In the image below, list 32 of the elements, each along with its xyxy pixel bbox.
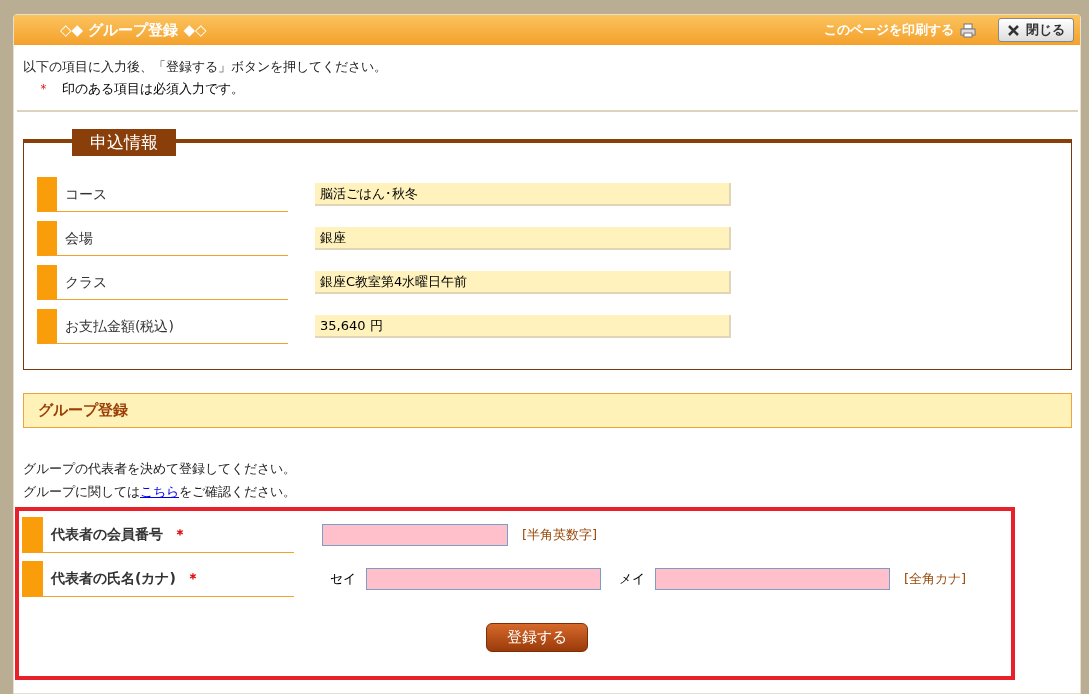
field-label: 代表者の会員番号 ＊ bbox=[22, 517, 294, 553]
required-mark: ＊ bbox=[37, 80, 50, 98]
field-label: 会場 bbox=[37, 221, 288, 256]
input-hint: [半角英数字] bbox=[522, 526, 598, 544]
instruction-text: 以下の項目に入力後、「登録する」ボタンを押してください。 bbox=[23, 58, 388, 76]
field-label: コース bbox=[37, 177, 288, 212]
required-mark: ＊ bbox=[185, 570, 200, 586]
info-note: グループに関してはこちら をご確認ください。 bbox=[23, 483, 297, 501]
field-value: 脳活ごはん･秋冬 bbox=[315, 183, 731, 206]
register-button[interactable]: 登録する bbox=[485, 623, 588, 652]
required-note: 印のある項目は必須入力です。 bbox=[62, 80, 244, 98]
close-button[interactable]: 閉じる bbox=[998, 18, 1074, 42]
panel-legend: 申込情報 bbox=[72, 129, 176, 156]
field-value: 銀座C教室第4水曜日午前 bbox=[315, 271, 731, 294]
field-label: お支払金額(税込) bbox=[37, 309, 288, 344]
sei-input[interactable] bbox=[366, 568, 601, 590]
printer-icon[interactable] bbox=[960, 22, 976, 38]
close-icon bbox=[1007, 23, 1020, 37]
representative-note: グループの代表者を決めて登録してください。 bbox=[23, 460, 297, 478]
dialog-title: ◇◆ グループ登録 ◆◇ bbox=[60, 20, 207, 40]
member-number-input[interactable] bbox=[322, 524, 508, 546]
info-link[interactable]: こちら bbox=[140, 484, 179, 499]
sei-label: セイ bbox=[330, 570, 356, 588]
section-heading: グループ登録 bbox=[23, 393, 1072, 428]
field-value: 銀座 bbox=[315, 227, 731, 250]
field-label: 代表者の氏名(カナ) ＊ bbox=[22, 561, 294, 597]
field-label: クラス bbox=[37, 265, 288, 300]
input-hint: [全角カナ] bbox=[904, 570, 967, 588]
field-value: 35,640 円 bbox=[315, 315, 731, 338]
mei-label: メイ bbox=[619, 570, 645, 588]
mei-input[interactable] bbox=[655, 568, 890, 590]
required-mark: ＊ bbox=[173, 526, 187, 542]
